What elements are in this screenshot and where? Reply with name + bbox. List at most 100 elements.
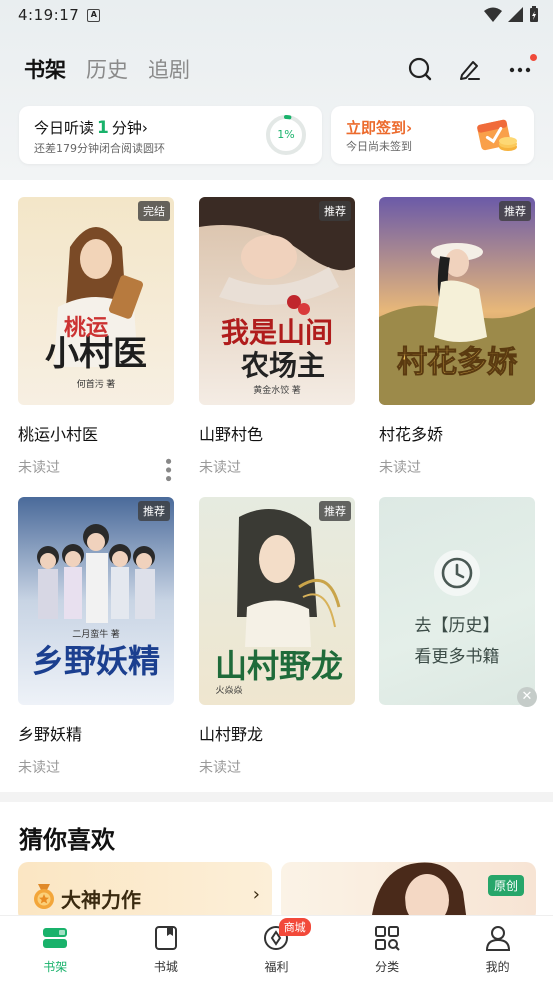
nav-welfare[interactable]: 商城 福利 (221, 916, 332, 984)
pen-icon (460, 61, 480, 80)
more-notification-dot (530, 54, 537, 61)
book-item[interactable]: 村花多娇 推荐 村花多娇 未读过 (379, 197, 535, 477)
promo-banner[interactable]: 原创 (281, 862, 536, 922)
section-title: 猜你喜欢 (19, 826, 115, 854)
store-badge: 商城 (278, 918, 311, 936)
book-status: 未读过 (379, 460, 421, 476)
more-icon (509, 67, 531, 73)
more-button[interactable] (507, 54, 537, 82)
book-title: 山村野龙 (199, 725, 264, 744)
book-badge: 推荐 (319, 501, 351, 521)
book-status: 未读过 (18, 760, 60, 776)
book-cover[interactable]: 小村医 桃运 何首污 著 完结 (18, 197, 174, 405)
listen-minutes: 1 (97, 118, 109, 138)
listen-suffix: 分钟› (111, 119, 148, 137)
cover-title-art: 小村医 (45, 335, 147, 373)
cover-title-art: 山村野龙 (215, 648, 343, 684)
bookshelf-icon (43, 928, 68, 948)
nav-bookstore[interactable]: 书城 (111, 916, 222, 984)
listen-prefix: 今日听读 (34, 119, 95, 137)
cover-author: 火焱焱 (215, 685, 242, 695)
wifi-icon (484, 7, 502, 22)
nav-label: 书城 (153, 960, 178, 974)
cover-author: 二月蛮牛 著 (72, 628, 120, 639)
book-title: 村花多娇 (379, 425, 444, 444)
signal-icon (508, 6, 523, 22)
close-icon[interactable]: ✕ (517, 687, 537, 707)
clock-icon (434, 550, 480, 596)
book-item[interactable]: 山村野龙 火焱焱 推荐 山村野龙 未读过 (199, 497, 355, 777)
cover-art: 我是山间 农场主 黄金水饺 著 (199, 197, 355, 405)
tab-bookshelf[interactable]: 书架 (24, 54, 66, 84)
nav-label: 书架 (43, 960, 68, 974)
medal-icon (34, 884, 54, 909)
book-more-icon[interactable]: ••• (157, 456, 178, 482)
search-icon (408, 57, 432, 81)
cover-title-art-top: 桃运 (64, 315, 108, 340)
book-status: 未读过 (199, 760, 241, 776)
history-tile-line2: 看更多书籍 (414, 647, 500, 667)
nav-label: 分类 (375, 960, 400, 974)
book-badge: 推荐 (138, 501, 170, 521)
cover-author: 何首污 著 (77, 378, 116, 389)
cover-art: 村花多娇 (379, 197, 535, 405)
recommend-card[interactable]: 大神力作 › (18, 862, 272, 922)
top-actions (407, 54, 537, 82)
go-history-tile[interactable]: 去【历史】 看更多书籍 ✕ (379, 497, 537, 707)
book-title: 乡野妖精 (18, 725, 83, 744)
bottom-nav: 书架 书城 商城 福利 分类 我的 (0, 915, 553, 984)
cover-art: 山村野龙 火焱焱 (199, 497, 355, 705)
book-item[interactable]: 小村医 桃运 何首污 著 完结 桃运小村医 未读过 ••• (18, 197, 178, 482)
header-area: 4:19:17 A 书架 历史 追剧 今日听读 1 分钟› 还差179分钟闭合阅… (0, 0, 553, 180)
status-icons (484, 6, 539, 23)
section-divider (0, 792, 553, 802)
sign-in-title: 立即签到› (346, 119, 413, 137)
book-cover[interactable]: 我是山间 农场主 黄金水饺 著 推荐 (199, 197, 355, 405)
book-cover[interactable]: 乡野妖精 二月蛮牛 著 推荐 (18, 497, 174, 705)
recommend-label: 大神力作 (61, 888, 141, 912)
cover-title-art: 乡野妖精 (32, 643, 160, 679)
book-item[interactable]: 乡野妖精 二月蛮牛 著 推荐 乡野妖精 未读过 (18, 497, 174, 777)
profile-icon (485, 926, 510, 951)
book-status-text: 未读过 (18, 460, 60, 476)
listen-title: 今日听读 1 分钟› (34, 117, 148, 138)
cover-art: 乡野妖精 二月蛮牛 著 (18, 497, 174, 705)
tab-drama[interactable]: 追剧 (148, 54, 190, 84)
battery-icon (530, 6, 538, 22)
chevron-right-icon: › (252, 884, 260, 905)
calendar-coin-icon (477, 119, 517, 151)
status-bar: 4:19:17 A (0, 0, 553, 30)
cover-title-art: 村花多娇 (397, 346, 518, 379)
nav-label: 福利 (264, 960, 289, 974)
nav-label: 我的 (485, 960, 510, 974)
reading-percent: 1% (277, 128, 295, 141)
book-cover[interactable]: 村花多娇 推荐 (379, 197, 535, 405)
category-icon (375, 926, 400, 951)
listen-card[interactable]: 今日听读 1 分钟› 还差179分钟闭合阅读圆环 1% (19, 106, 322, 164)
edit-button[interactable] (457, 56, 483, 82)
book-status: 未读过 (199, 460, 241, 476)
cover-author: 黄金水饺 著 (253, 384, 301, 395)
book-cover[interactable]: 山村野龙 火焱焱 推荐 (199, 497, 355, 705)
book-badge: 推荐 (499, 201, 531, 221)
cover-title-art: 我是山间 (221, 317, 333, 349)
shelf-tabs: 书架 历史 追剧 (24, 54, 190, 84)
cover-art: 小村医 桃运 何首污 著 (18, 197, 174, 405)
book-status: 未读过 ••• (18, 456, 178, 482)
sign-in-subtitle: 今日尚未签到 (346, 140, 412, 153)
book-badge: 完结 (138, 201, 170, 221)
nav-bookshelf[interactable]: 书架 (0, 916, 111, 984)
book-title: 桃运小村医 (18, 425, 99, 444)
history-tile-line1: 去【历史】 (414, 616, 500, 636)
notification-icon: A (87, 8, 101, 22)
nav-category[interactable]: 分类 (332, 916, 443, 984)
book-item[interactable]: 我是山间 农场主 黄金水饺 著 推荐 山野村色 未读过 (199, 197, 355, 477)
search-button[interactable] (407, 56, 433, 82)
status-time: 4:19:17 (18, 6, 80, 24)
sign-in-card[interactable]: 立即签到› 今日尚未签到 (331, 106, 534, 164)
listen-subtitle: 还差179分钟闭合阅读圆环 (34, 142, 165, 155)
nav-profile[interactable]: 我的 (442, 916, 553, 984)
bookstore-icon (154, 926, 177, 950)
tab-history[interactable]: 历史 (86, 54, 128, 84)
original-badge: 原创 (487, 875, 524, 896)
